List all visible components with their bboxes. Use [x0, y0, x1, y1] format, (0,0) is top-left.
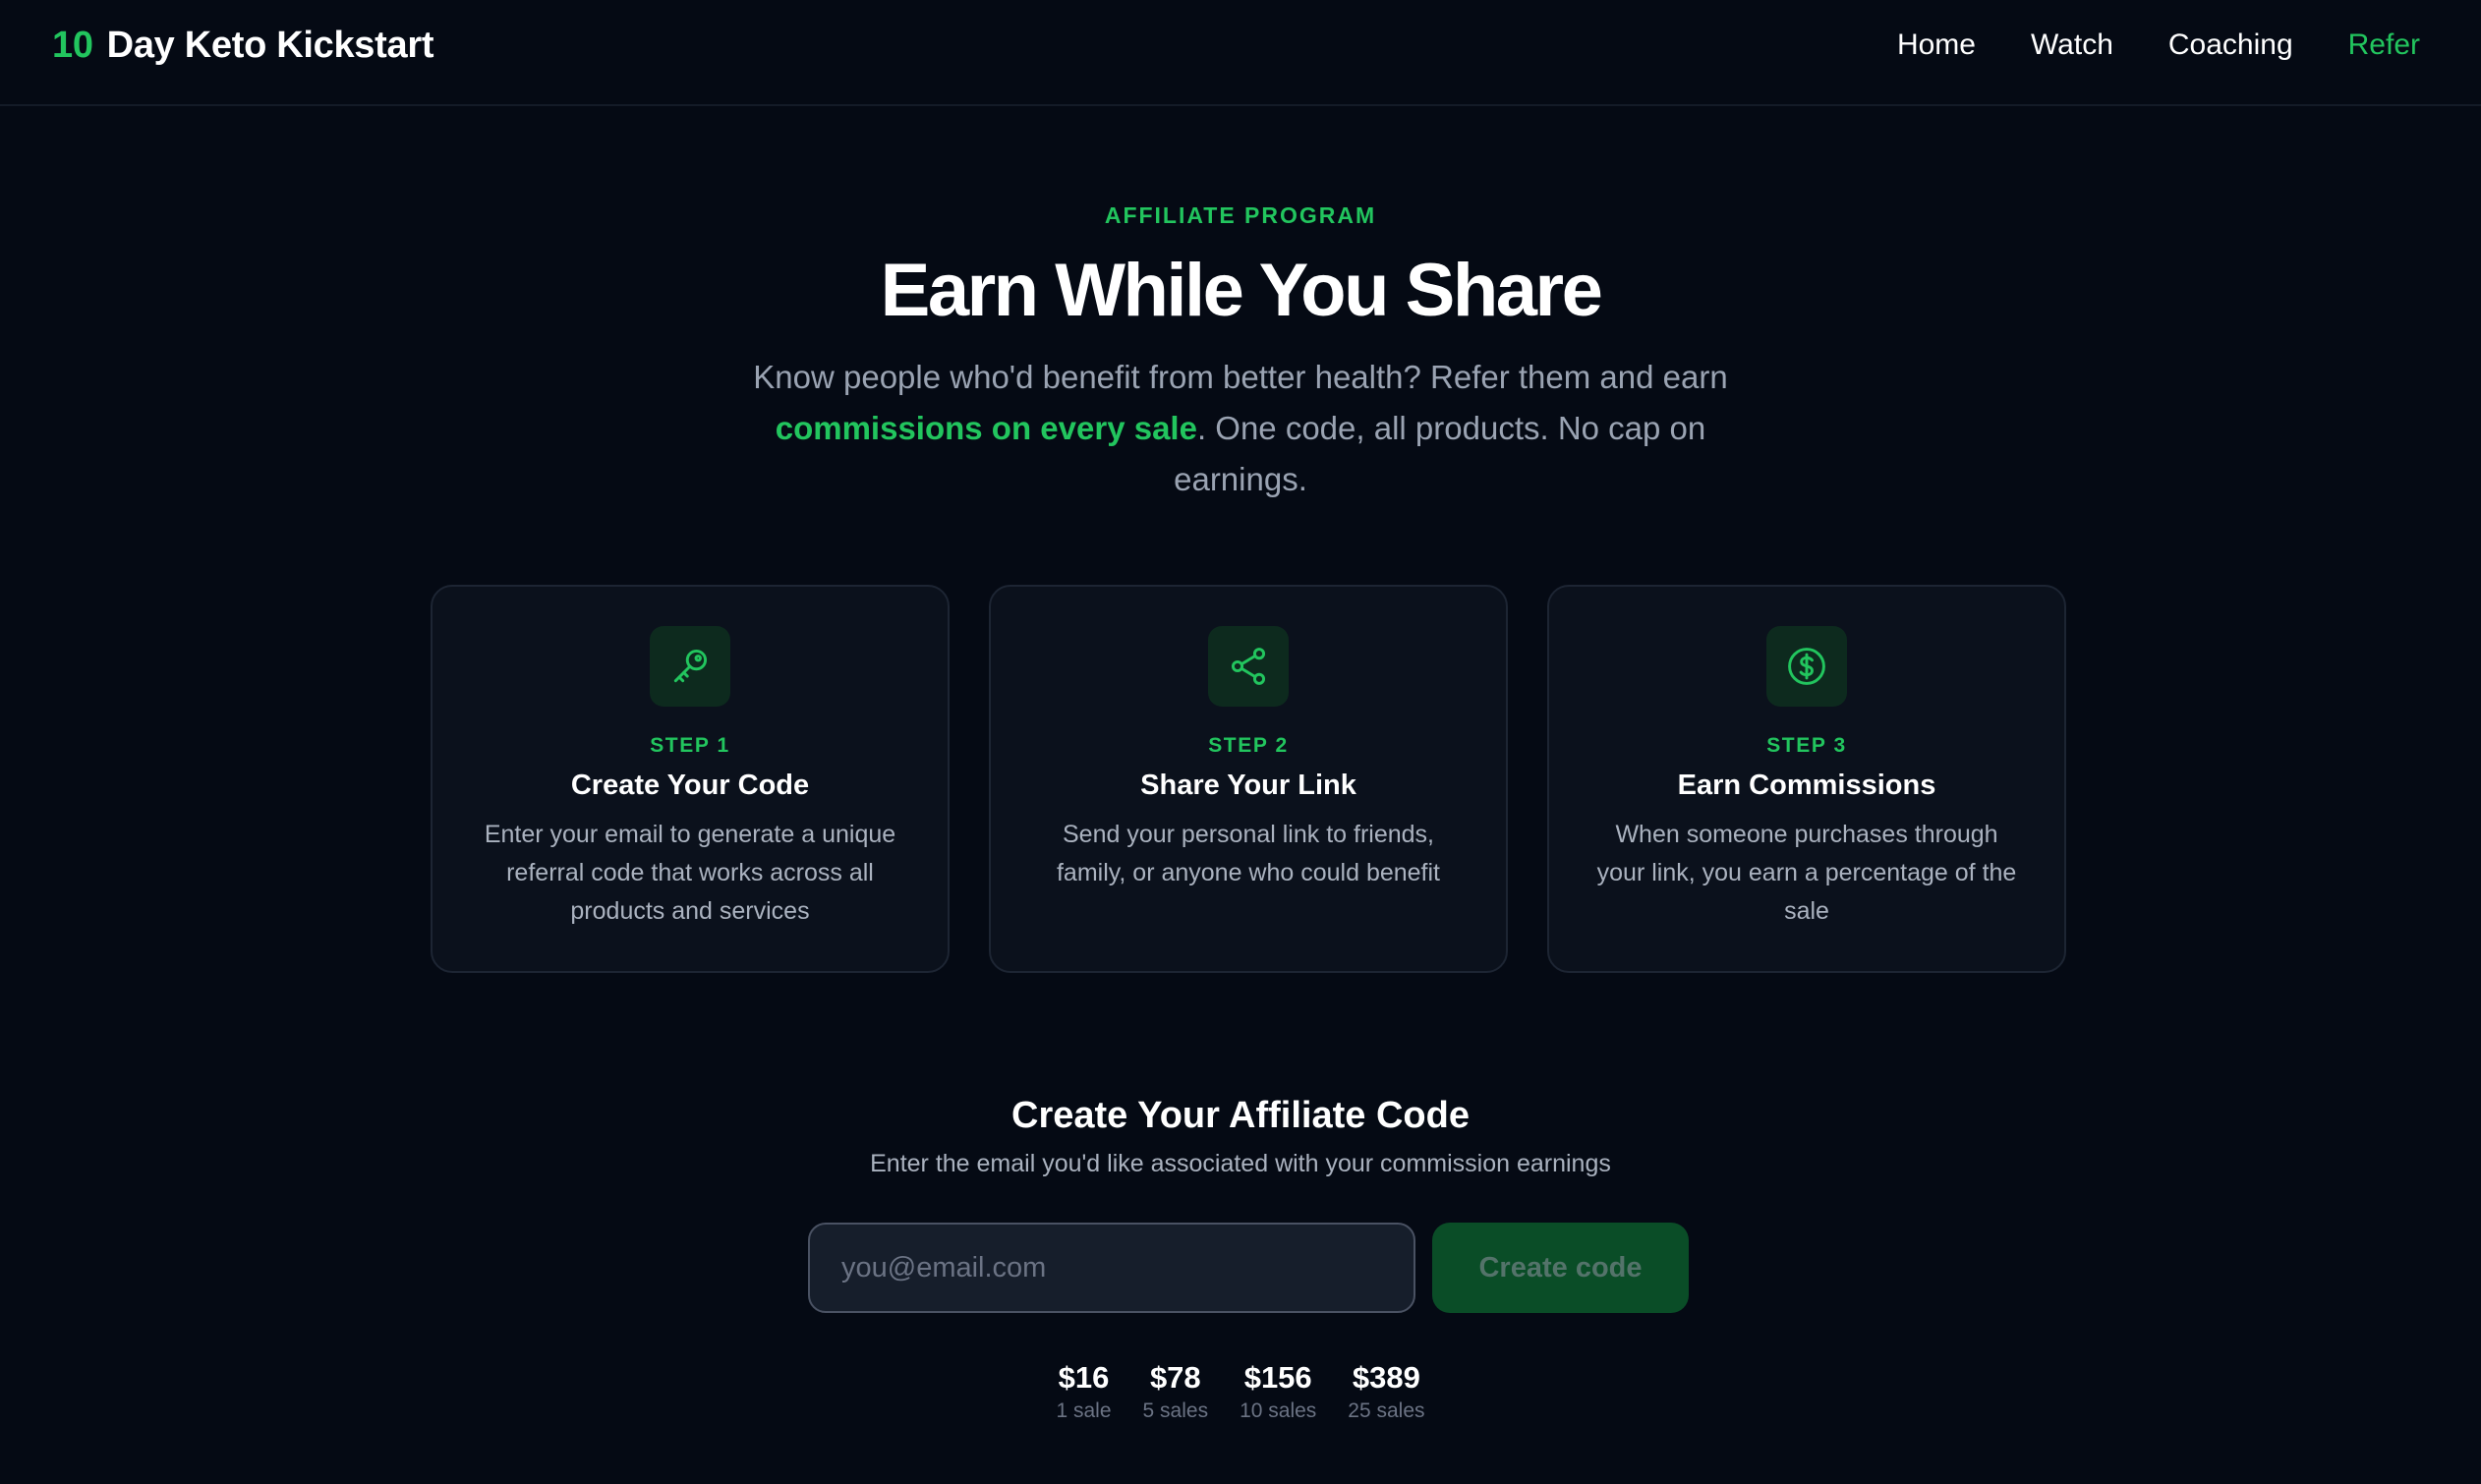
how-it-works-steps: STEP 1 Create Your Code Enter your email…: [431, 585, 2066, 973]
brand-logo[interactable]: 10 Day Keto Kickstart: [52, 18, 433, 73]
earnings-example: $78 5 sales: [1143, 1358, 1209, 1423]
earnings-sales-count: 25 sales: [1348, 1399, 1425, 1422]
form-title: Create Your Affiliate Code: [1011, 1095, 1470, 1136]
email-input[interactable]: [808, 1223, 1415, 1313]
nav-link-home[interactable]: Home: [1897, 29, 1976, 62]
step-description: When someone purchases through your link…: [1596, 821, 2017, 925]
nav-link-coaching[interactable]: Coaching: [2168, 29, 2293, 62]
step-title: Create Your Code: [570, 770, 810, 801]
step-title: Earn Commissions: [1677, 770, 1936, 801]
share-icon: [1208, 626, 1289, 707]
step-card-create-code: STEP 1 Create Your Code Enter your email…: [431, 585, 950, 973]
earnings-amount: $78: [1149, 1360, 1201, 1395]
earnings-example: $389 25 sales: [1348, 1358, 1424, 1423]
earnings-example: $16 1 sale: [1056, 1358, 1111, 1423]
nav-link-refer[interactable]: Refer: [2348, 29, 2420, 62]
earnings-example: $156 10 sales: [1240, 1358, 1316, 1423]
earnings-examples: $16 1 sale $78 5 sales $156 10 sales $38…: [0, 1358, 2481, 1423]
earnings-amount: $156: [1243, 1360, 1312, 1395]
nav-link-watch[interactable]: Watch: [2031, 29, 2113, 62]
hero-description: Know people who'd benefit from better he…: [749, 352, 1732, 505]
step-label: STEP 3: [1766, 734, 1847, 757]
step-label: STEP 2: [1208, 734, 1289, 757]
main-nav: Home Watch Coaching Refer: [1897, 18, 2420, 73]
page-title: Earn While You Share: [880, 249, 1603, 332]
form-subtitle: Enter the email you'd like associated wi…: [870, 1150, 1611, 1177]
hero-description-end: . One code, all products. No cap on earn…: [1174, 410, 1706, 497]
hero-description-start: Know people who'd benefit from better he…: [753, 359, 1728, 395]
brand-name: Day Keto Kickstart: [106, 24, 434, 66]
hero-description-highlight: commissions on every sale: [775, 410, 1197, 446]
section-eyebrow: AFFILIATE PROGRAM: [1104, 202, 1377, 228]
step-label: STEP 1: [650, 734, 730, 757]
step-description: Send your personal link to friends, fami…: [1056, 821, 1441, 886]
key-icon: [650, 626, 730, 707]
dollar-circle-icon: [1766, 626, 1847, 707]
earnings-amount: $16: [1058, 1360, 1110, 1395]
step-title: Share Your Link: [1140, 770, 1356, 801]
earnings-amount: $389: [1352, 1360, 1420, 1395]
earnings-sales-count: 1 sale: [1056, 1399, 1112, 1422]
top-navigation-bar: 10 Day Keto Kickstart Home Watch Coachin…: [0, 0, 2481, 106]
earnings-sales-count: 10 sales: [1240, 1399, 1317, 1422]
create-code-button[interactable]: Create code: [1432, 1223, 1689, 1313]
step-card-earn-commissions: STEP 3 Earn Commissions When someone pur…: [1547, 585, 2066, 973]
earnings-sales-count: 5 sales: [1142, 1399, 1209, 1422]
brand-number: 10: [52, 24, 93, 66]
step-card-share-link: STEP 2 Share Your Link Send your persona…: [989, 585, 1508, 973]
step-description: Enter your email to generate a unique re…: [484, 821, 896, 925]
